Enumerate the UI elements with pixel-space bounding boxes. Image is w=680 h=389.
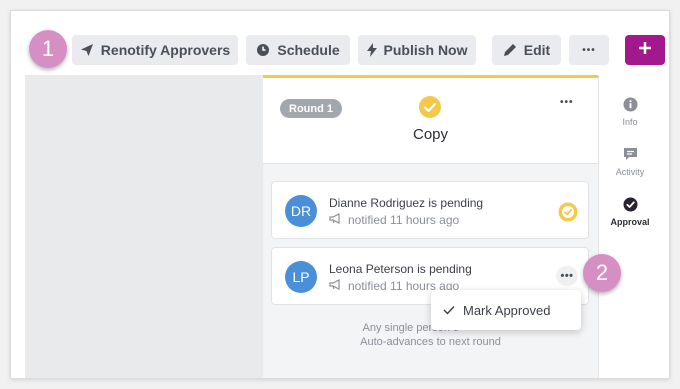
stage-check-icon: [419, 96, 441, 123]
plus-icon: [638, 41, 652, 60]
sidebar-item-label: Info: [622, 117, 638, 127]
approver-card: DR Dianne Rodriguez is pending notified …: [271, 181, 589, 239]
approved-check-icon: [558, 202, 578, 227]
avatar: DR: [285, 195, 317, 227]
publish-now-button[interactable]: Publish Now: [358, 35, 476, 65]
footer-note-line2: Auto-advances to next round: [360, 336, 501, 348]
round-badge: Round 1: [280, 99, 342, 118]
stage-name: Copy: [412, 126, 449, 143]
sidebar-item-label: Approval: [610, 217, 650, 227]
checkmark-icon: [443, 303, 455, 318]
more-options-button[interactable]: •••: [569, 35, 609, 65]
callout-badge-2: 2: [583, 254, 621, 292]
send-icon: [80, 43, 94, 57]
clock-icon: [256, 43, 270, 57]
edit-label: Edit: [523, 42, 551, 58]
approval-icon: [623, 197, 638, 214]
round-card: Round 1 Copy •••: [263, 75, 598, 164]
approver-name: Leona Peterson is pending: [329, 262, 472, 276]
notified-time: notified 11 hours ago: [348, 213, 460, 227]
sidebar-item-approval[interactable]: Approval: [599, 197, 661, 227]
mark-approved-menu-item[interactable]: Mark Approved: [431, 290, 581, 330]
schedule-label: Schedule: [277, 42, 340, 58]
pencil-icon: [503, 43, 517, 57]
lightning-icon: [366, 43, 377, 57]
info-icon: [623, 97, 638, 114]
edit-button[interactable]: Edit: [492, 35, 561, 65]
renotify-approvers-button[interactable]: Renotify Approvers: [72, 35, 238, 65]
activity-icon: [623, 147, 638, 164]
sidebar-item-activity[interactable]: Activity: [599, 147, 661, 177]
renotify-approvers-label: Renotify Approvers: [100, 42, 231, 58]
publish-now-label: Publish Now: [383, 42, 468, 58]
more-icon: •••: [582, 44, 596, 56]
app-window: Renotify Approvers Schedule Publish Now …: [10, 10, 670, 379]
sidebar-item-label: Activity: [615, 167, 645, 177]
sidebar-item-info[interactable]: Info: [599, 97, 661, 127]
approver-name: Dianne Rodriguez is pending: [329, 196, 484, 210]
toolbar: Renotify Approvers Schedule Publish Now …: [11, 11, 669, 75]
approver-more-button[interactable]: •••: [556, 266, 578, 286]
preview-pane: [25, 75, 263, 378]
approval-panel: Round 1 Copy ••• DR Dianne Rodriguez is …: [263, 75, 598, 378]
megaphone-icon: [329, 213, 342, 227]
schedule-button[interactable]: Schedule: [246, 35, 350, 65]
approver-note: notified 11 hours ago: [329, 213, 459, 227]
add-button[interactable]: [625, 35, 665, 65]
round-more-button[interactable]: •••: [560, 98, 574, 108]
right-sidebar: Info Activity Approval: [598, 75, 669, 378]
callout-badge-1: 1: [29, 30, 67, 68]
mark-approved-label: Mark Approved: [463, 302, 551, 318]
megaphone-icon: [329, 279, 342, 293]
avatar: LP: [285, 261, 317, 293]
